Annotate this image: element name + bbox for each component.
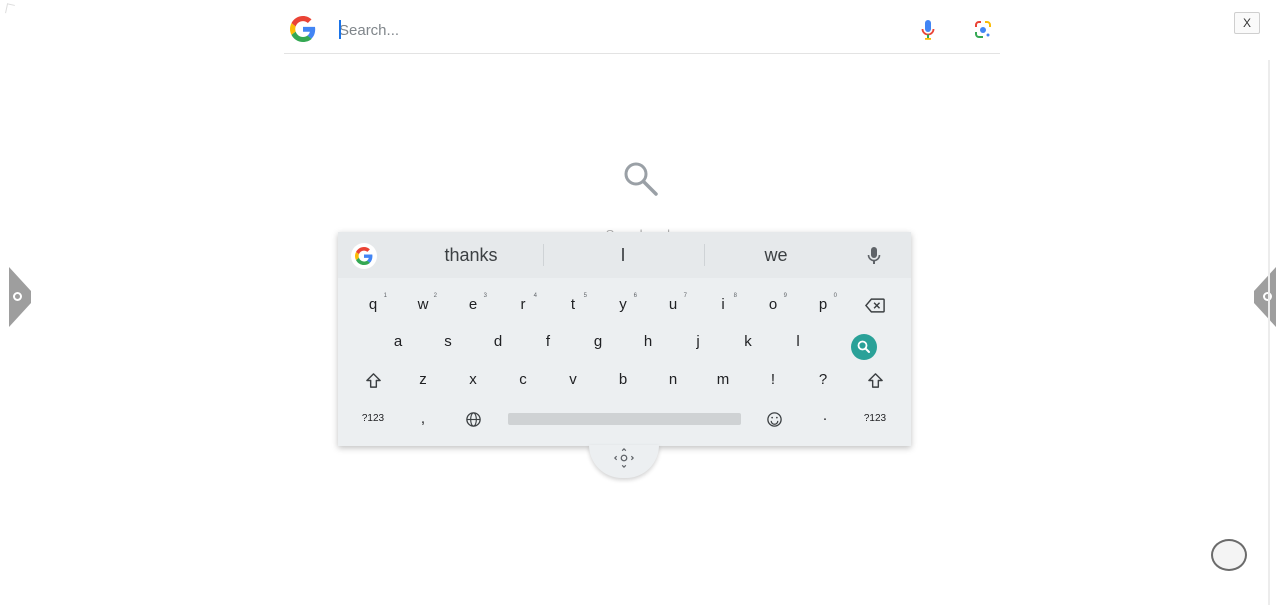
key-hint: 9: [783, 293, 787, 299]
suggestion-2[interactable]: I: [568, 245, 678, 266]
key-d[interactable]: d: [475, 325, 521, 359]
suggestion-strip: thanks I we: [338, 232, 911, 278]
key-n[interactable]: n: [650, 363, 696, 397]
key-hint: 4: [533, 293, 537, 299]
key-hint: 2: [433, 293, 437, 299]
search-input[interactable]: [339, 19, 899, 41]
corner-mark: [5, 3, 15, 15]
key-f[interactable]: f: [525, 325, 571, 359]
emoji-key[interactable]: [751, 402, 797, 436]
key-c[interactable]: c: [500, 363, 546, 397]
key-label: p: [818, 296, 828, 313]
suggestion-1[interactable]: thanks: [416, 245, 526, 266]
key-hint: 0: [833, 293, 837, 299]
key-m[interactable]: m: [700, 363, 746, 397]
key-label: t: [570, 296, 576, 313]
key-v[interactable]: v: [550, 363, 596, 397]
symbols-key[interactable]: ?123: [350, 402, 396, 436]
key-t[interactable]: t5: [550, 288, 596, 322]
shift-key[interactable]: [350, 363, 396, 397]
key-label: e: [468, 296, 478, 313]
key-u[interactable]: u7: [650, 288, 696, 322]
shift-icon: [365, 372, 381, 388]
space-bar[interactable]: [508, 413, 741, 425]
move-handle-icon: [613, 447, 635, 469]
microphone-icon[interactable]: [920, 19, 936, 41]
period-key[interactable]: ·: [802, 402, 848, 436]
key-w[interactable]: w2: [400, 288, 446, 322]
backspace-icon: [864, 297, 885, 313]
key-p[interactable]: p0: [800, 288, 846, 322]
search-key[interactable]: [851, 334, 877, 360]
key-z[interactable]: z: [400, 363, 446, 397]
globe-icon: [465, 411, 481, 427]
key-hint: 1: [383, 293, 387, 299]
key-exclamation[interactable]: !: [750, 363, 796, 397]
key-label: y: [619, 296, 627, 313]
key-question[interactable]: ?: [800, 363, 846, 397]
key-r[interactable]: r4: [500, 288, 546, 322]
key-hint: 8: [733, 293, 737, 299]
comma-key[interactable]: ,: [400, 402, 446, 436]
key-y[interactable]: y6: [600, 288, 646, 322]
suggestion-divider: [704, 244, 705, 266]
key-hint: 7: [683, 293, 687, 299]
key-label: u: [668, 296, 678, 313]
on-screen-keyboard: thanks I we q1 w2 e3 r4 t5 y6 u7 i8 o9 p…: [338, 232, 911, 446]
suggestion-divider: [543, 244, 544, 266]
key-hint: 3: [483, 293, 487, 299]
key-k[interactable]: k: [725, 325, 771, 359]
key-o[interactable]: o9: [750, 288, 796, 322]
key-s[interactable]: s: [425, 325, 471, 359]
key-a[interactable]: a: [375, 325, 421, 359]
symbols-key-right[interactable]: ?123: [852, 402, 898, 436]
emoji-icon: [766, 411, 782, 427]
search-bar: [284, 6, 1000, 54]
key-j[interactable]: j: [675, 325, 721, 359]
edge-divider: [1268, 60, 1270, 605]
shift-icon: [867, 372, 883, 388]
microphone-icon[interactable]: [867, 246, 881, 266]
key-label: q: [368, 296, 378, 313]
key-x[interactable]: x: [450, 363, 496, 397]
search-icon: [624, 162, 658, 196]
key-label: o: [768, 296, 778, 313]
home-button[interactable]: [1211, 539, 1247, 571]
close-button[interactable]: X: [1234, 12, 1260, 34]
key-q[interactable]: q1: [350, 288, 396, 322]
google-lens-icon[interactable]: [974, 20, 992, 40]
google-g-icon[interactable]: [351, 243, 377, 269]
key-hint: 5: [583, 293, 587, 299]
key-l[interactable]: l: [775, 325, 821, 359]
right-edge-handle[interactable]: [1254, 267, 1276, 327]
suggestion-3[interactable]: we: [721, 245, 831, 266]
key-g[interactable]: g: [575, 325, 621, 359]
key-i[interactable]: i8: [700, 288, 746, 322]
text-caret: [339, 20, 341, 39]
key-label: i: [721, 296, 725, 313]
left-edge-handle[interactable]: [9, 267, 31, 327]
backspace-key[interactable]: [852, 288, 898, 322]
google-g-icon: [290, 16, 316, 42]
key-label: w: [417, 296, 429, 313]
shift-key-right[interactable]: [852, 363, 898, 397]
key-e[interactable]: e3: [450, 288, 496, 322]
key-hint: 6: [633, 293, 637, 299]
key-label: r: [520, 296, 526, 313]
handle-dot-icon: [13, 292, 22, 301]
keyboard-move-handle[interactable]: [589, 445, 659, 478]
search-icon: [857, 340, 870, 353]
key-h[interactable]: h: [625, 325, 671, 359]
language-key[interactable]: [450, 402, 496, 436]
key-b[interactable]: b: [600, 363, 646, 397]
